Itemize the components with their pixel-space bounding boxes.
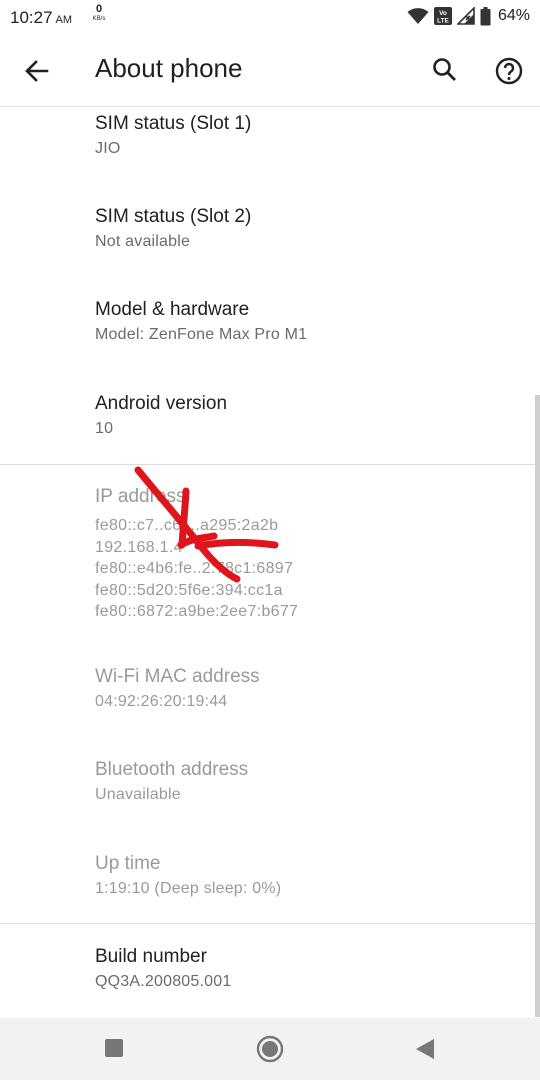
back-button[interactable] bbox=[18, 52, 56, 90]
status-icons: Vo LTE 64% bbox=[407, 6, 530, 26]
item-title: Build number bbox=[95, 946, 207, 967]
clock-ampm: AM bbox=[55, 14, 73, 26]
ip-address-line: 192.168.1.4 bbox=[95, 538, 183, 556]
item-title: SIM status (Slot 2) bbox=[95, 206, 252, 227]
item-summary: 10 bbox=[95, 420, 114, 437]
item-summary: JIO bbox=[95, 140, 121, 157]
svg-text:LTE: LTE bbox=[437, 18, 449, 25]
app-bar: About phone bbox=[0, 34, 540, 107]
item-summary: 04:92:26:20:19:44 bbox=[95, 693, 228, 710]
bluetooth-address-item: Bluetooth address Unavailable bbox=[95, 759, 248, 804]
item-summary: Unavailable bbox=[95, 786, 181, 803]
section-divider bbox=[0, 464, 540, 465]
item-title: IP address bbox=[95, 486, 186, 507]
help-button[interactable] bbox=[489, 51, 529, 91]
ip-address-line: fe80::5d20:5f6e:394:cc1a bbox=[95, 581, 283, 599]
wifi-mac-address-item: Wi-Fi MAC address 04:92:26:20:19:44 bbox=[95, 666, 260, 711]
wifi-icon bbox=[407, 8, 429, 24]
scrollbar[interactable] bbox=[535, 395, 540, 1017]
sim-status-slot-1-item[interactable]: SIM status (Slot 1) JIO bbox=[95, 113, 251, 158]
status-bar: 10:27 AM 0 KB/s Vo LTE 64% bbox=[0, 0, 540, 34]
settings-list[interactable]: SIM status (Slot 1) JIO SIM status (Slot… bbox=[0, 107, 540, 1017]
navigation-bar bbox=[0, 1018, 540, 1080]
item-summary: QQ3A.200805.001 bbox=[95, 973, 232, 990]
search-icon bbox=[433, 58, 456, 81]
battery-percent: 64% bbox=[497, 7, 530, 24]
network-speed-value: 0 bbox=[95, 3, 103, 15]
item-summary: Not available bbox=[95, 233, 191, 250]
item-summary: Model: ZenFone Max Pro M1 bbox=[95, 326, 308, 343]
help-icon bbox=[495, 57, 523, 85]
recents-icon[interactable] bbox=[105, 1039, 123, 1057]
ip-address-line: fe80::c7..c61..a295:2a2b bbox=[95, 517, 279, 534]
item-summary: 1:19:10 (Deep sleep: 0%) bbox=[95, 880, 282, 897]
search-button[interactable] bbox=[426, 52, 464, 90]
sim-status-slot-2-item[interactable]: SIM status (Slot 2) Not available bbox=[95, 206, 251, 251]
network-speed: 0 KB/s bbox=[88, 3, 110, 24]
item-title: Model & hardware bbox=[95, 299, 250, 320]
back-arrow-icon bbox=[25, 60, 49, 82]
svg-text:Vo: Vo bbox=[439, 10, 447, 17]
back-icon[interactable] bbox=[414, 1037, 436, 1061]
model-hardware-item[interactable]: Model & hardware Model: ZenFone Max Pro … bbox=[95, 299, 307, 344]
battery-icon bbox=[480, 6, 491, 25]
item-title: SIM status (Slot 1) bbox=[95, 113, 252, 134]
clock-time: 10:27 bbox=[10, 8, 53, 27]
up-time-item: Up time 1:19:10 (Deep sleep: 0%) bbox=[95, 853, 281, 898]
signal-icon bbox=[456, 7, 475, 25]
volte-icon: Vo LTE bbox=[433, 7, 452, 25]
clock: 10:27 AM bbox=[10, 8, 72, 28]
ip-address-line: fe80::6872:a9be:2ee7:b677 bbox=[95, 603, 299, 620]
item-title: Up time bbox=[95, 853, 161, 874]
item-title: Wi-Fi MAC address bbox=[95, 666, 260, 687]
item-title: Android version bbox=[95, 393, 228, 414]
home-icon[interactable] bbox=[256, 1035, 284, 1063]
ip-address-line: fe80::e4b6:fe..2:78c1:6897 bbox=[95, 560, 294, 577]
section-divider bbox=[0, 923, 540, 924]
ip-address-list: fe80::c7..c61..a295:2a2b 192.168.1.4 fe8… bbox=[95, 515, 298, 623]
item-title: Bluetooth address bbox=[95, 759, 249, 780]
network-speed-unit: KB/s bbox=[92, 16, 106, 22]
build-number-item[interactable]: Build number QQ3A.200805.001 bbox=[95, 946, 231, 991]
android-version-item[interactable]: Android version 10 bbox=[95, 393, 227, 438]
ip-address-item: IP address fe80::c7..c61..a295:2a2b 192.… bbox=[95, 486, 298, 623]
page-title: About phone bbox=[95, 53, 243, 83]
